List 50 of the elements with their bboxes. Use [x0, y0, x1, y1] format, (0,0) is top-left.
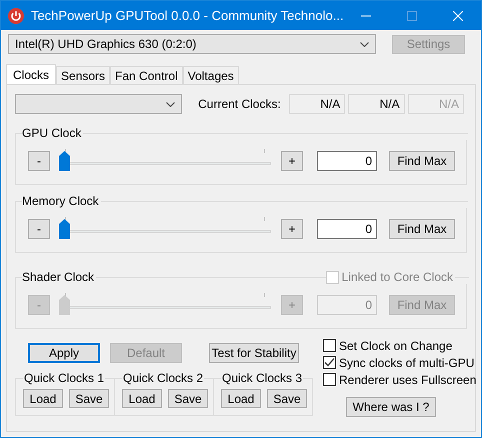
power-icon	[8, 8, 24, 24]
action-button[interactable]: Apply	[28, 343, 100, 363]
current-clocks-label: Current Clocks:	[198, 97, 281, 111]
clock-reading-field: N/A	[408, 94, 464, 114]
tab[interactable]: Voltages	[182, 66, 239, 84]
tab[interactable]: Sensors	[56, 66, 110, 84]
checkbox-label: Sync clocks of multi-GPU	[339, 356, 474, 370]
increase-button[interactable]: +	[281, 219, 303, 239]
where-button[interactable]: Where was I ?	[346, 397, 436, 417]
clock-slider[interactable]	[59, 295, 271, 315]
increase-button[interactable]: +	[281, 151, 303, 171]
clock-input[interactable]: 0	[317, 219, 377, 239]
quick-clock-button[interactable]: Save	[267, 389, 307, 408]
clock-slider[interactable]	[59, 151, 271, 171]
checkbox[interactable]	[323, 373, 336, 386]
clock-reading-field: N/A	[288, 94, 346, 114]
checkbox[interactable]	[323, 339, 336, 352]
group-title: Quick Clocks 2	[122, 371, 204, 385]
find-max-button[interactable]: Find Max	[389, 219, 455, 239]
clock-input[interactable]: 0	[317, 151, 377, 171]
decrease-button[interactable]: -	[28, 151, 50, 171]
close-icon	[453, 10, 464, 20]
caret-icon	[166, 102, 176, 106]
tab[interactable]: Clocks	[6, 64, 56, 84]
decrease-button[interactable]: -	[28, 219, 50, 239]
quick-clock-button[interactable]: Save	[69, 389, 109, 408]
clock-slider[interactable]	[59, 219, 271, 239]
clock-reading-field: N/A	[348, 94, 405, 114]
action-button[interactable]: Test for Stability	[209, 343, 299, 363]
slider-thumb[interactable]	[59, 151, 70, 171]
checkbox-label: Linked to Core Clock	[342, 270, 453, 284]
checkbox-label: Renderer uses Fullscreen	[339, 372, 476, 386]
caret-icon	[360, 42, 369, 46]
device-dropdown[interactable]: Intel(R) UHD Graphics 630 (0:2:0)	[8, 34, 376, 54]
quick-clock-button[interactable]: Load	[221, 389, 261, 408]
group-title: Quick Clocks 1	[23, 371, 106, 385]
find-max-button[interactable]: Find Max	[389, 151, 455, 171]
quick-clock-button[interactable]: Load	[122, 389, 162, 408]
checkbox[interactable]	[323, 356, 336, 369]
maximize-icon	[407, 10, 418, 20]
checkbox-label: Set Clock on Change	[339, 338, 452, 352]
group-title: GPU Clock	[22, 126, 82, 140]
window-title: TechPowerUp GPUTool 0.0.0 - Community Technolo...	[30, 8, 344, 23]
quick-clock-button[interactable]: Save	[168, 389, 208, 408]
slider-thumb[interactable]	[59, 219, 70, 239]
quick-clock-button[interactable]: Load	[23, 389, 63, 408]
group-title: Quick Clocks 3	[221, 371, 304, 385]
group-title: Shader Clock	[22, 270, 94, 284]
tab[interactable]: Fan Control	[110, 66, 183, 84]
group-title: Memory Clock	[22, 194, 99, 208]
